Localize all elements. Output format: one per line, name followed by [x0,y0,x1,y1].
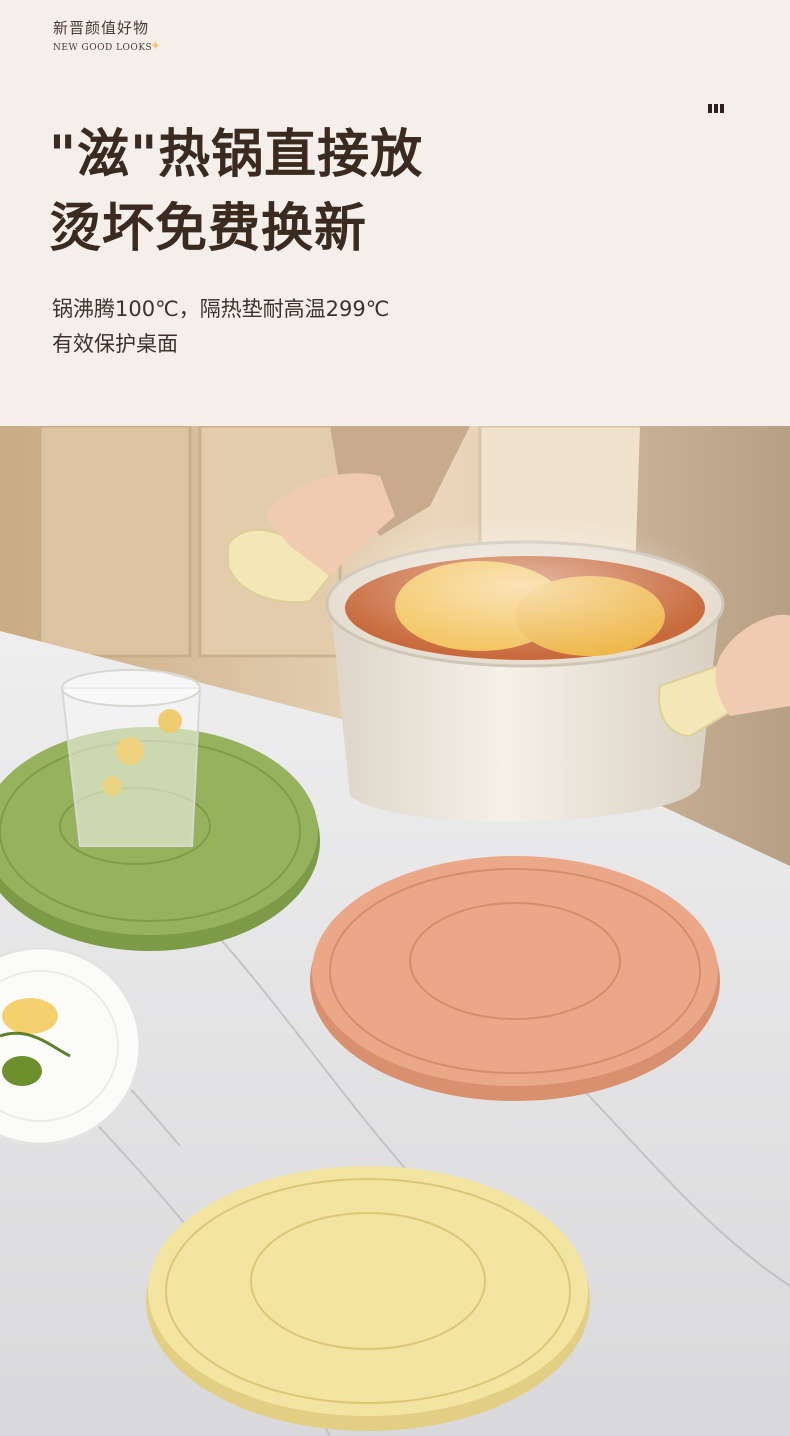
pink-mat [312,856,718,1086]
brand-label-en: NEW GOOD LOOKS [53,43,153,53]
headline-line-1: "滋"热锅直接放 [49,125,424,185]
header-section: 新晋颜值好物 NEW GOOD LOOKS ✦ "滋"热锅直接放 烫坏免费换新 … [0,0,790,426]
yellow-mat [148,1166,588,1416]
steam [320,516,720,656]
water-glass [60,687,202,847]
product-photo [0,426,790,1436]
product-page: 新晋颜值好物 NEW GOOD LOOKS ✦ "滋"热锅直接放 烫坏免费换新 … [0,0,790,1436]
subheadline-line-1: 锅沸腾100℃，隔热垫耐高温299℃ [52,297,390,321]
lemon-slice [158,709,182,733]
cabinet-panel [38,426,192,658]
headline: "滋"热锅直接放 烫坏免费换新 [49,118,423,266]
sparkle-icon: ✦ [150,39,161,54]
lemon-slice [116,737,144,765]
glass-rim [61,669,201,707]
lemon-slice [102,776,122,796]
subheadline-line-2: 有效保护桌面 [52,332,178,356]
bars-icon [708,104,724,113]
lemon-wedge [2,998,58,1034]
brand-label-cn: 新晋颜值好物 [53,19,150,37]
subheadline: 锅沸腾100℃，隔热垫耐高温299℃ 有效保护桌面 [52,292,389,362]
lime-half [2,1056,42,1086]
headline-line-2: 烫坏免费换新 [49,199,368,259]
